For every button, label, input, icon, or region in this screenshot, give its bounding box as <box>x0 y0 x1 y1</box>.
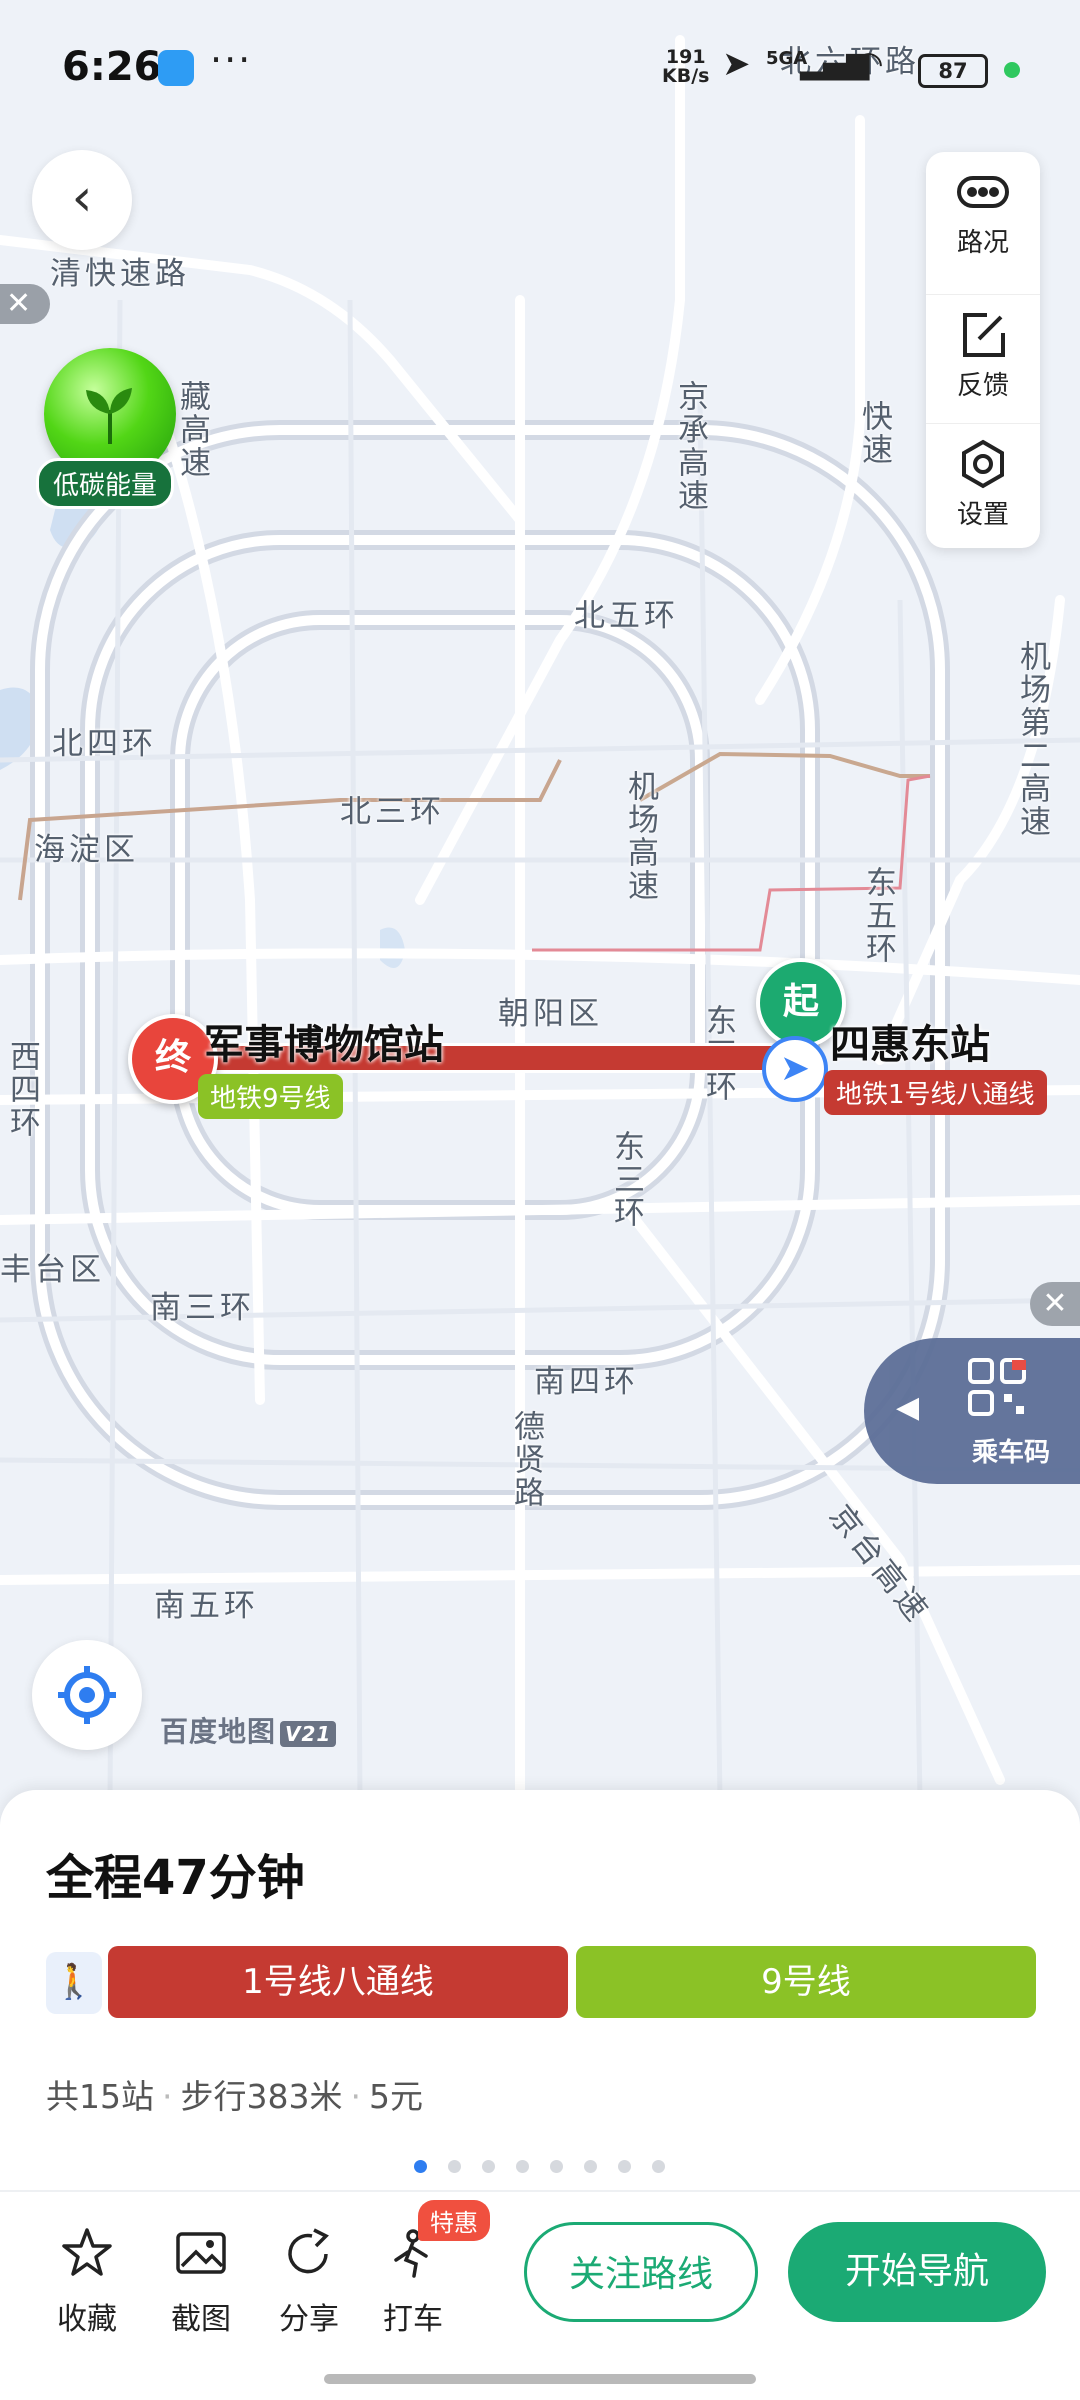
ride-code-label: 乘车码 <box>972 1438 1051 1468</box>
page-dot <box>618 2160 631 2173</box>
wifi-icon: ◠ <box>854 44 884 84</box>
status-time: 6:26 <box>62 44 162 90</box>
map-label: 清快速路 <box>50 256 190 292</box>
follow-route-button[interactable]: 关注路线 <box>524 2222 758 2322</box>
edit-icon <box>963 313 1005 357</box>
route-summary: 共15站 · 步行383米 · 5元 <box>46 2077 423 2116</box>
low-carbon-energy-badge[interactable]: 低碳能量 <box>36 348 190 509</box>
screenshot-label: 截图 <box>171 2302 231 2337</box>
map-label: 快速 <box>856 400 892 466</box>
segment-line-1[interactable]: 1号线八通线 <box>108 1946 568 2018</box>
image-icon <box>176 2232 226 2274</box>
favorite-label: 收藏 <box>57 2302 117 2337</box>
segment-line-9[interactable]: 9号线 <box>576 1946 1036 2018</box>
current-location-icon: ➤ <box>762 1036 828 1102</box>
traffic-icon <box>957 176 1009 208</box>
route-detail-sheet[interactable]: 全程47分钟 🚶 1号线八通线 9号线 共15站 · 步行383米 · 5元 收藏 截图… <box>0 1790 1080 2400</box>
close-icon[interactable]: ✕ <box>0 284 50 324</box>
share-icon <box>288 2228 329 2274</box>
route-segments: 🚶 1号线八通线 9号线 <box>46 1946 1036 2018</box>
start-line-tag: 地铁1号线八通线 <box>824 1070 1047 1115</box>
page-dot <box>584 2160 597 2173</box>
map-label: 南五环 <box>154 1588 259 1624</box>
taxi-label: 打车 <box>383 2302 443 2337</box>
start-station-name[interactable]: 四惠东站 <box>830 1012 990 1070</box>
map-label: 朝阳区 <box>498 996 603 1032</box>
page-dot <box>516 2160 529 2173</box>
settings-icon <box>962 439 1004 489</box>
target-icon <box>58 1666 116 1724</box>
ride-code-close-button[interactable]: ✕ <box>1030 1282 1080 1326</box>
status-bar: 6:26 ··· 191 KB/s ➤ 5GA ▂▄▆ ◠ 87 <box>0 0 1080 135</box>
total-time: 全程47分钟 <box>46 1850 305 1906</box>
locate-me-button[interactable] <box>32 1640 142 1750</box>
traffic-button[interactable]: 路况 <box>926 166 1040 294</box>
settings-button[interactable]: 设置 <box>926 423 1040 552</box>
taxi-button[interactable]: 打车 <box>368 2226 458 2338</box>
settings-label: 设置 <box>956 500 1009 530</box>
baidu-map-logo: 百度地图 V21 <box>160 1710 337 1750</box>
feedback-button[interactable]: 反馈 <box>926 294 1040 423</box>
home-indicator[interactable] <box>324 2374 756 2384</box>
chevron-left-icon: ‹ <box>71 168 93 228</box>
map-label: 东三环 <box>608 1130 644 1229</box>
map-label: 南四环 <box>534 1364 639 1400</box>
share-button[interactable]: 分享 <box>264 2226 354 2338</box>
map-label: 南三环 <box>150 1290 255 1326</box>
map-label: 北五环 <box>574 598 679 634</box>
favorite-button[interactable]: 收藏 <box>42 2226 132 2338</box>
back-button[interactable]: ‹ <box>32 150 132 250</box>
page-indicator <box>414 2158 686 2173</box>
page-dot <box>482 2160 495 2173</box>
map-label: 机场第二高速 <box>1014 640 1050 838</box>
traffic-label: 路况 <box>956 228 1009 258</box>
divider <box>0 2190 1080 2192</box>
page-dot <box>414 2160 427 2173</box>
battery-dot <box>1004 62 1020 78</box>
end-line-tag: 地铁9号线 <box>198 1074 343 1119</box>
caret-left-icon: ◀ <box>896 1390 920 1425</box>
low-carbon-label: 低碳能量 <box>36 458 175 509</box>
map-label: 海淀区 <box>34 832 139 868</box>
more-notifications-icon: ··· <box>210 38 253 82</box>
app-notification-icon <box>158 50 194 86</box>
walk-icon: 🚶 <box>46 1952 102 2014</box>
screenshot-button[interactable]: 截图 <box>156 2226 246 2338</box>
map-label: 东五环 <box>860 866 896 965</box>
network-speed: 191 KB/s <box>662 46 710 87</box>
start-navigation-button[interactable]: 开始导航 <box>788 2222 1046 2322</box>
map-label: 京承高速 <box>672 380 708 512</box>
end-station-name[interactable]: 军事博物馆站 <box>204 1012 444 1070</box>
star-icon <box>62 2228 112 2276</box>
page-dot <box>448 2160 461 2173</box>
page-dot <box>652 2160 665 2173</box>
map-label: 德贤路 <box>508 1410 544 1509</box>
page-dot <box>550 2160 563 2173</box>
battery-indicator: 87 <box>918 54 988 88</box>
location-arrow-icon: ➤ <box>722 44 751 84</box>
map-label: 北三环 <box>340 794 445 830</box>
qr-code-icon <box>968 1358 1026 1416</box>
share-label: 分享 <box>279 2302 339 2337</box>
map-label: 北四环 <box>52 726 157 762</box>
map-label: 西四环 <box>4 1040 40 1139</box>
map-label: 机场高速 <box>622 770 658 902</box>
promo-badge: 特惠 <box>418 2200 490 2241</box>
map-label: 丰台区 <box>0 1252 105 1288</box>
map-toolbar: 路况 反馈 设置 <box>926 152 1040 548</box>
ride-code-button[interactable]: ◀ 乘车码 <box>864 1338 1080 1484</box>
feedback-label: 反馈 <box>956 371 1009 401</box>
